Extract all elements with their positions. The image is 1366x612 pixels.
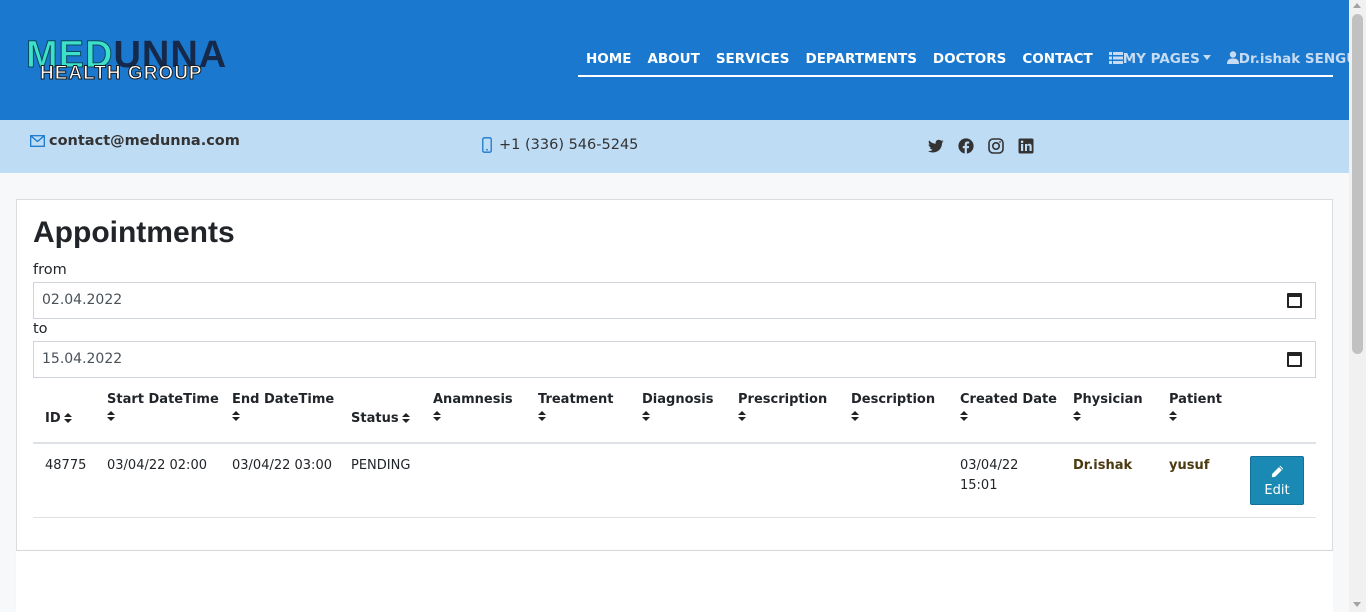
sort-icon: [107, 411, 115, 422]
instagram-icon[interactable]: [988, 138, 1004, 154]
from-date-value: 02.04.2022: [42, 292, 123, 308]
contact-email[interactable]: contact@medunna.com: [30, 133, 240, 149]
sort-icon: [232, 411, 240, 422]
header-status[interactable]: Status: [351, 411, 410, 426]
lower-card: [16, 551, 1333, 612]
to-date-input[interactable]: 15.04.2022: [33, 341, 1316, 378]
sort-icon: [63, 413, 72, 424]
cell-created-time: 15:01: [960, 478, 998, 493]
header-description[interactable]: Description: [851, 392, 935, 422]
pencil-icon: [1271, 465, 1284, 478]
mobile-phone-icon: [482, 137, 492, 153]
facebook-icon[interactable]: [958, 138, 974, 154]
row-divider: [33, 517, 1316, 518]
cell-id: 48775: [45, 458, 87, 473]
from-label: from: [33, 262, 67, 278]
cell-end-datetime: 03/04/22 03:00: [232, 458, 332, 473]
phone-text: +1 (336) 546-5245: [499, 137, 639, 153]
nav-home[interactable]: HOME: [586, 49, 631, 69]
sort-icon: [433, 411, 441, 422]
edit-button-label: Edit: [1264, 483, 1290, 498]
chevron-down-icon: [1202, 55, 1211, 60]
vertical-scrollbar[interactable]: [1349, 0, 1366, 612]
sort-icon: [642, 411, 650, 422]
nav-services[interactable]: SERVICES: [716, 49, 790, 69]
cell-physician-link[interactable]: Dr.ishak: [1073, 456, 1132, 476]
user-name: Dr.ishak SENGUL: [1238, 51, 1366, 67]
nav-departments[interactable]: DEPARTMENTS: [806, 49, 917, 69]
sort-icon: [538, 411, 546, 422]
calendar-icon[interactable]: [1287, 352, 1302, 367]
scrollbar-thumb[interactable]: [1352, 14, 1363, 354]
nav-my-pages-dropdown[interactable]: MY PAGES: [1108, 49, 1211, 69]
scroll-down-arrow-icon[interactable]: [1353, 602, 1361, 607]
social-links: [928, 138, 1034, 154]
sort-icon: [851, 411, 859, 422]
user-icon: [1226, 51, 1239, 64]
header-prescription[interactable]: Prescription: [738, 392, 827, 422]
contact-bar: contact@medunna.com +1 (336) 546-5245: [0, 120, 1349, 173]
sort-icon: [401, 413, 410, 424]
scroll-up-arrow-icon[interactable]: [1353, 3, 1361, 8]
sort-icon: [1169, 411, 1177, 422]
envelope-icon: [30, 135, 45, 147]
header-physician[interactable]: Physician: [1073, 392, 1143, 422]
page-title: Appointments: [33, 216, 235, 249]
nav-user-dropdown[interactable]: Dr.ishak SENGUL: [1226, 49, 1366, 69]
main-nav: HOME ABOUT SERVICES DEPARTMENTS DOCTORS …: [578, 49, 1366, 77]
to-label: to: [33, 321, 48, 337]
logo-subtitle: HEALTH GROUP: [40, 63, 203, 84]
cell-created-date: 03/04/22: [960, 458, 1019, 473]
header-divider: [33, 442, 1316, 444]
nav-contact[interactable]: CONTACT: [1022, 49, 1092, 69]
header: MEDUNNA HEALTH GROUP HOME ABOUT SERVICES…: [0, 0, 1366, 120]
header-patient[interactable]: Patient: [1169, 392, 1222, 422]
header-end-datetime[interactable]: End DateTime: [232, 392, 334, 422]
to-date-value: 15.04.2022: [42, 351, 123, 367]
sort-icon: [1073, 411, 1081, 422]
sort-icon: [738, 411, 746, 422]
header-start-datetime[interactable]: Start DateTime: [107, 392, 219, 422]
header-diagnosis[interactable]: Diagnosis: [642, 392, 713, 422]
nav-doctors[interactable]: DOCTORS: [933, 49, 1006, 69]
medunna-logo[interactable]: MEDUNNA HEALTH GROUP: [25, 36, 316, 88]
email-text: contact@medunna.com: [49, 133, 240, 149]
cell-start-datetime: 03/04/22 02:00: [107, 458, 207, 473]
twitter-icon[interactable]: [928, 138, 944, 154]
contact-phone[interactable]: +1 (336) 546-5245: [482, 137, 638, 153]
my-pages-label: MY PAGES: [1122, 51, 1200, 67]
header-created-date[interactable]: Created Date: [960, 392, 1057, 422]
edit-button[interactable]: Edit: [1250, 456, 1304, 505]
cell-status: PENDING: [351, 458, 411, 473]
cell-patient-link[interactable]: yusuf: [1169, 456, 1209, 476]
calendar-icon[interactable]: [1287, 293, 1302, 308]
nav-about[interactable]: ABOUT: [647, 49, 699, 69]
sort-icon: [960, 411, 968, 422]
header-id[interactable]: ID: [45, 411, 72, 426]
from-date-input[interactable]: 02.04.2022: [33, 282, 1316, 319]
header-anamnesis[interactable]: Anamnesis: [433, 392, 513, 422]
list-icon: [1108, 52, 1123, 64]
header-treatment[interactable]: Treatment: [538, 392, 614, 422]
linkedin-icon[interactable]: [1018, 138, 1034, 154]
